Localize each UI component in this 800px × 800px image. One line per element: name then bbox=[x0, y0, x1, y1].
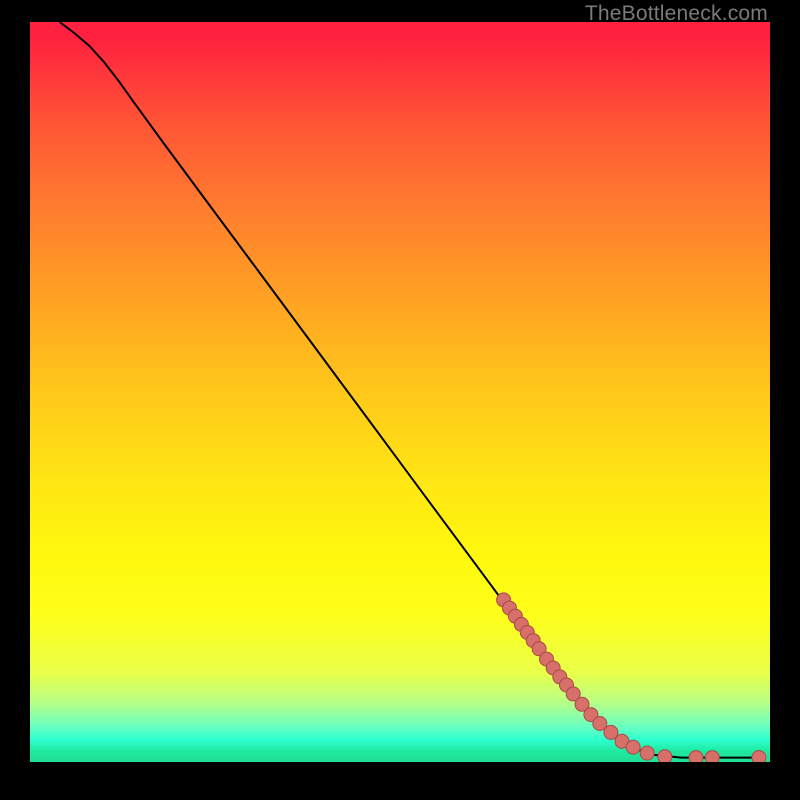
chart-plot-area bbox=[30, 22, 770, 762]
data-marker bbox=[658, 750, 672, 762]
data-marker bbox=[752, 751, 766, 762]
curve-line bbox=[60, 22, 763, 758]
marker-group bbox=[497, 593, 766, 762]
data-marker bbox=[626, 740, 640, 754]
data-marker bbox=[689, 751, 703, 762]
chart-svg bbox=[30, 22, 770, 762]
data-marker bbox=[705, 751, 719, 762]
data-marker bbox=[640, 746, 654, 760]
